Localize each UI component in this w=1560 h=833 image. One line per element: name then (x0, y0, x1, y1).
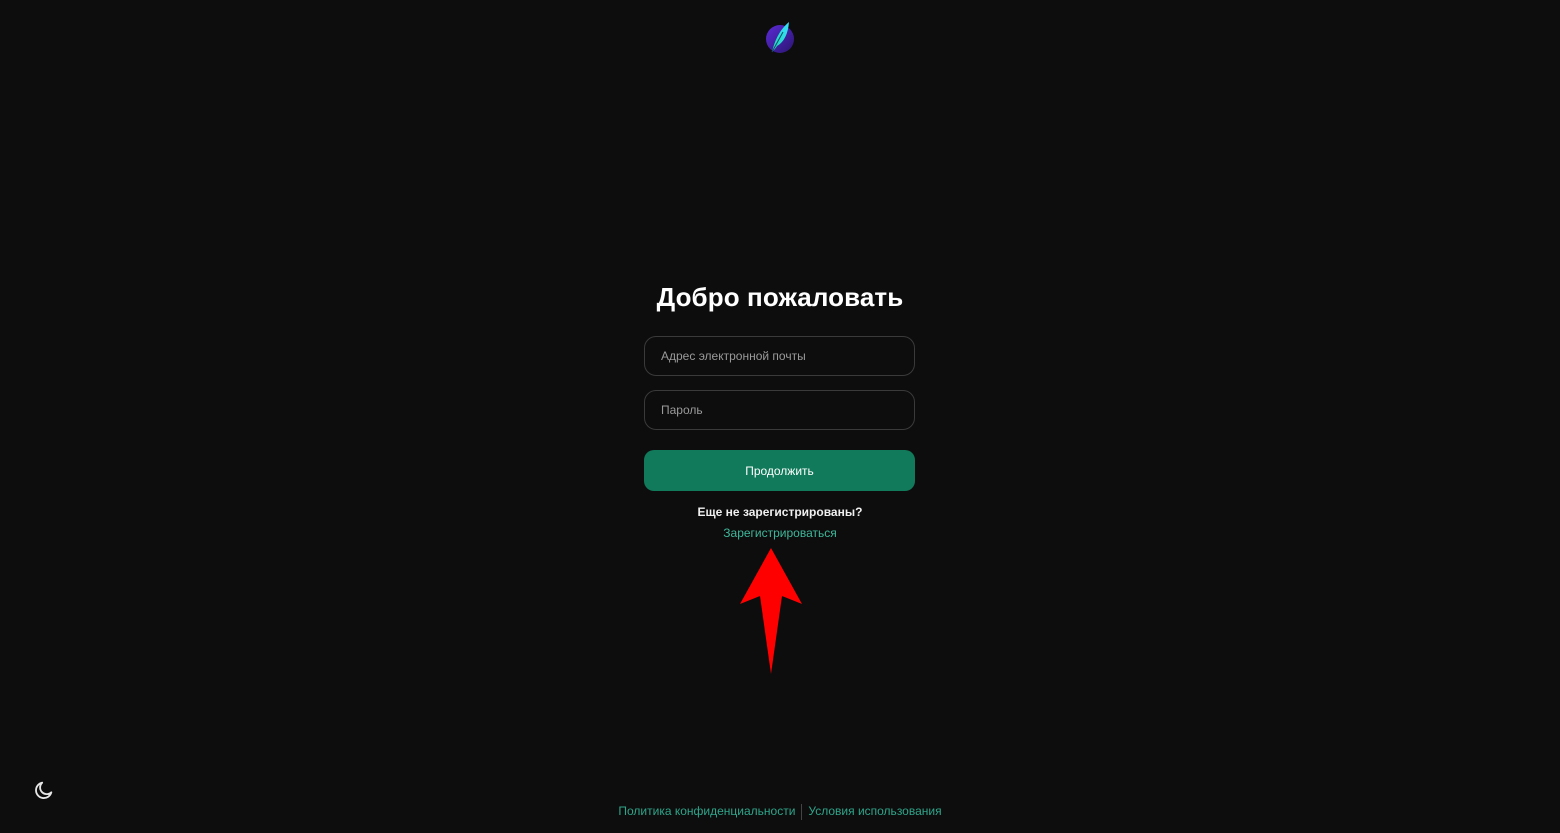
privacy-policy-link[interactable]: Политика конфиденциальности (618, 804, 795, 818)
red-arrow-up-icon (740, 548, 802, 674)
register-link[interactable]: Зарегистрироваться (723, 526, 836, 540)
feather-logo-icon[interactable] (764, 20, 796, 56)
footer-divider (801, 804, 803, 820)
terms-of-use-link[interactable]: Условия использования (808, 804, 941, 818)
not-registered-text: Еще не зарегистрированы? (697, 505, 863, 519)
login-page: Добро пожаловать Продолжить Еще не зарег… (0, 0, 1560, 833)
email-input[interactable] (644, 336, 915, 376)
register-link-container: Зарегистрироваться (0, 526, 1560, 540)
password-input[interactable] (644, 390, 915, 430)
footer: Политика конфиденциальности Условия испол… (0, 804, 1560, 820)
continue-button[interactable]: Продолжить (644, 450, 915, 491)
moon-icon[interactable] (33, 779, 55, 801)
page-title: Добро пожаловать (656, 282, 904, 312)
